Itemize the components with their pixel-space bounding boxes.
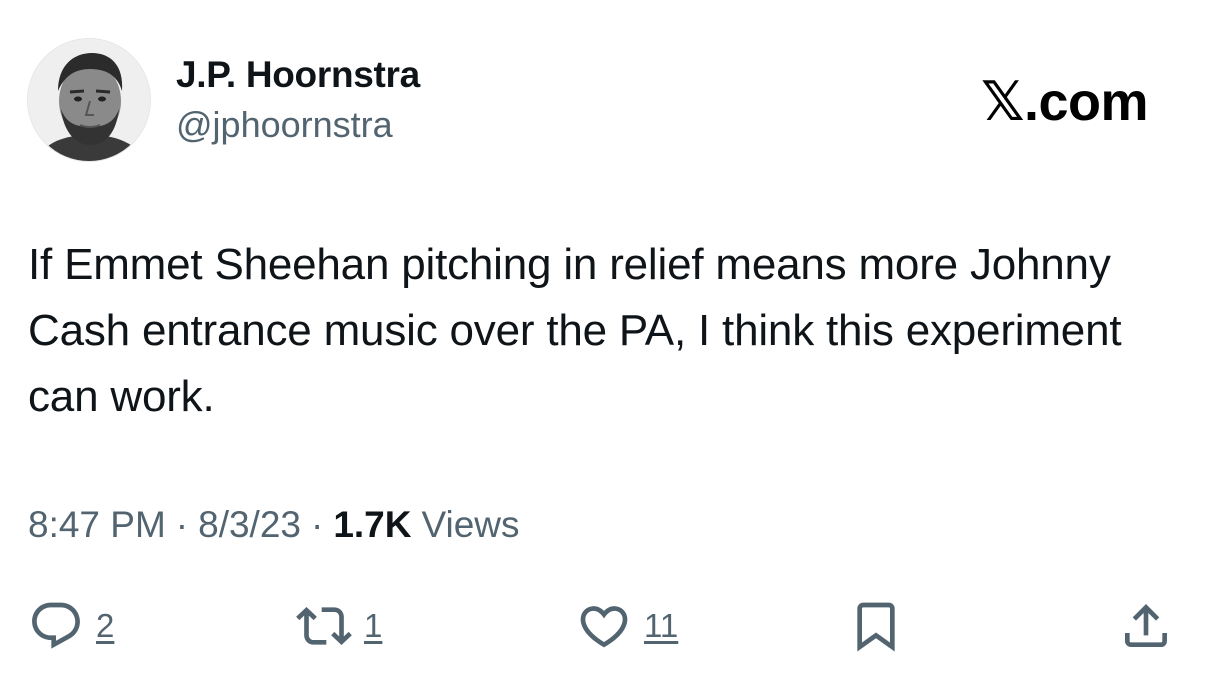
reply-icon: [32, 602, 80, 649]
meta-separator: ·: [311, 504, 324, 545]
tweet-card: J.P. Hoornstra @jphoornstra 𝕏.com If Emm…: [0, 0, 1206, 693]
retweet-count[interactable]: 1: [364, 607, 382, 645]
profile-photo-icon: [28, 39, 150, 161]
reply-count[interactable]: 2: [96, 607, 114, 645]
tweet-date[interactable]: 8/3/23: [198, 504, 301, 546]
bookmark-button[interactable]: [848, 596, 904, 656]
retweet-icon: [296, 607, 352, 645]
retweet-button[interactable]: 1: [296, 596, 382, 656]
tweet-time[interactable]: 8:47 PM: [28, 504, 166, 546]
views-count: 1.7K: [333, 504, 412, 545]
tweet-text: If Emmet Sheehan pitching in relief mean…: [28, 240, 1122, 421]
display-name[interactable]: J.P. Hoornstra: [176, 54, 420, 96]
bookmark-icon: [857, 602, 895, 652]
heart-icon: [580, 606, 628, 648]
x-logo-text: 𝕏.com: [980, 72, 1149, 132]
like-button[interactable]: 11: [576, 596, 678, 656]
like-count[interactable]: 11: [644, 607, 678, 645]
reply-button[interactable]: 2: [28, 596, 114, 656]
tweet-meta: 8:47 PM · 8/3/23 · 1.7K Views: [28, 504, 520, 546]
share-button[interactable]: [1118, 596, 1174, 656]
views-label: Views: [421, 504, 520, 545]
user-handle[interactable]: @jphoornstra: [176, 104, 393, 146]
meta-separator: ·: [175, 504, 189, 545]
share-icon: [1125, 604, 1167, 647]
avatar[interactable]: [27, 38, 151, 162]
